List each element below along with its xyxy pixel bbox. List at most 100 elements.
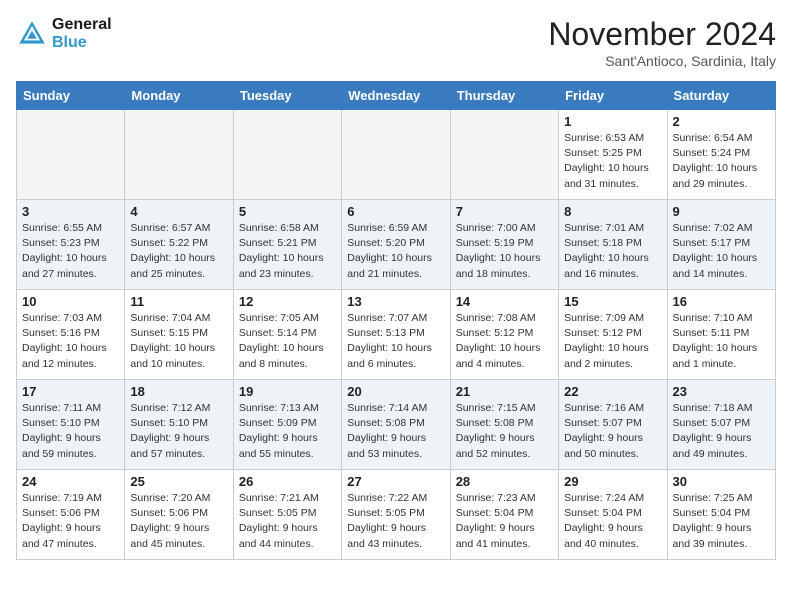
day-number: 2: [673, 114, 770, 129]
calendar-cell: 9 Sunrise: 7:02 AM Sunset: 5:17 PM Daylig…: [667, 200, 775, 290]
day-number: 11: [130, 294, 227, 309]
day-info: Sunrise: 7:14 AM Sunset: 5:08 PM Dayligh…: [347, 401, 444, 462]
weekday-header-friday: Friday: [559, 82, 667, 110]
day-number: 10: [22, 294, 119, 309]
day-number: 16: [673, 294, 770, 309]
day-number: 9: [673, 204, 770, 219]
day-info: Sunrise: 7:16 AM Sunset: 5:07 PM Dayligh…: [564, 401, 661, 462]
day-info: Sunrise: 7:03 AM Sunset: 5:16 PM Dayligh…: [22, 311, 119, 372]
day-number: 26: [239, 474, 336, 489]
day-number: 21: [456, 384, 553, 399]
day-info: Sunrise: 7:09 AM Sunset: 5:12 PM Dayligh…: [564, 311, 661, 372]
day-info: Sunrise: 7:07 AM Sunset: 5:13 PM Dayligh…: [347, 311, 444, 372]
calendar-cell: 10 Sunrise: 7:03 AM Sunset: 5:16 PM Dayli…: [17, 290, 125, 380]
calendar-cell: 26 Sunrise: 7:21 AM Sunset: 5:05 PM Dayli…: [233, 470, 341, 560]
day-info: Sunrise: 6:55 AM Sunset: 5:23 PM Dayligh…: [22, 221, 119, 282]
calendar-week-4: 17 Sunrise: 7:11 AM Sunset: 5:10 PM Dayli…: [17, 380, 776, 470]
day-info: Sunrise: 7:20 AM Sunset: 5:06 PM Dayligh…: [130, 491, 227, 552]
day-number: 12: [239, 294, 336, 309]
calendar-cell: 29Sunrise: 7:24 AM Sunset: 5:04 PM Dayli…: [559, 470, 667, 560]
calendar-cell: 18Sunrise: 7:12 AM Sunset: 5:10 PM Dayli…: [125, 380, 233, 470]
weekday-header-sunday: Sunday: [17, 82, 125, 110]
day-number: 22: [564, 384, 661, 399]
day-number: 25: [130, 474, 227, 489]
weekday-header-thursday: Thursday: [450, 82, 558, 110]
day-number: 27: [347, 474, 444, 489]
day-info: Sunrise: 7:10 AM Sunset: 5:11 PM Dayligh…: [673, 311, 770, 372]
calendar-cell: 5 Sunrise: 6:58 AM Sunset: 5:21 PM Daylig…: [233, 200, 341, 290]
day-info: Sunrise: 6:53 AM Sunset: 5:25 PM Dayligh…: [564, 131, 661, 192]
day-number: 15: [564, 294, 661, 309]
day-info: Sunrise: 7:22 AM Sunset: 5:05 PM Dayligh…: [347, 491, 444, 552]
day-info: Sunrise: 7:21 AM Sunset: 5:05 PM Dayligh…: [239, 491, 336, 552]
day-info: Sunrise: 7:00 AM Sunset: 5:19 PM Dayligh…: [456, 221, 553, 282]
calendar-cell: 4 Sunrise: 6:57 AM Sunset: 5:22 PM Daylig…: [125, 200, 233, 290]
day-info: Sunrise: 7:08 AM Sunset: 5:12 PM Dayligh…: [456, 311, 553, 372]
calendar-cell: 27 Sunrise: 7:22 AM Sunset: 5:05 PM Dayli…: [342, 470, 450, 560]
day-number: 13: [347, 294, 444, 309]
calendar-cell: 3Sunrise: 6:55 AM Sunset: 5:23 PM Daylig…: [17, 200, 125, 290]
day-number: 4: [130, 204, 227, 219]
day-number: 5: [239, 204, 336, 219]
day-info: Sunrise: 7:01 AM Sunset: 5:18 PM Dayligh…: [564, 221, 661, 282]
logo-icon: [16, 18, 48, 50]
calendar-cell: 11 Sunrise: 7:04 AM Sunset: 5:15 PM Dayli…: [125, 290, 233, 380]
day-number: 28: [456, 474, 553, 489]
calendar-cell: 20 Sunrise: 7:14 AM Sunset: 5:08 PM Dayli…: [342, 380, 450, 470]
day-number: 23: [673, 384, 770, 399]
calendar-week-1: 1 Sunrise: 6:53 AM Sunset: 5:25 PM Daylig…: [17, 110, 776, 200]
day-number: 14: [456, 294, 553, 309]
calendar-body: 1 Sunrise: 6:53 AM Sunset: 5:25 PM Daylig…: [17, 110, 776, 560]
calendar-cell: 22 Sunrise: 7:16 AM Sunset: 5:07 PM Dayli…: [559, 380, 667, 470]
weekday-header-tuesday: Tuesday: [233, 82, 341, 110]
day-info: Sunrise: 6:57 AM Sunset: 5:22 PM Dayligh…: [130, 221, 227, 282]
day-info: Sunrise: 7:19 AM Sunset: 5:06 PM Dayligh…: [22, 491, 119, 552]
calendar-cell: 15 Sunrise: 7:09 AM Sunset: 5:12 PM Dayli…: [559, 290, 667, 380]
day-info: Sunrise: 6:58 AM Sunset: 5:21 PM Dayligh…: [239, 221, 336, 282]
day-info: Sunrise: 7:18 AM Sunset: 5:07 PM Dayligh…: [673, 401, 770, 462]
day-info: Sunrise: 7:13 AM Sunset: 5:09 PM Dayligh…: [239, 401, 336, 462]
day-number: 7: [456, 204, 553, 219]
day-number: 1: [564, 114, 661, 129]
day-number: 17: [22, 384, 119, 399]
day-info: Sunrise: 7:02 AM Sunset: 5:17 PM Dayligh…: [673, 221, 770, 282]
title-block: November 2024 Sant'Antioco, Sardinia, It…: [548, 16, 776, 69]
day-number: 24: [22, 474, 119, 489]
calendar-cell: 25 Sunrise: 7:20 AM Sunset: 5:06 PM Dayli…: [125, 470, 233, 560]
calendar-cell: [125, 110, 233, 200]
day-info: Sunrise: 7:05 AM Sunset: 5:14 PM Dayligh…: [239, 311, 336, 372]
day-number: 30: [673, 474, 770, 489]
calendar-cell: 16 Sunrise: 7:10 AM Sunset: 5:11 PM Dayli…: [667, 290, 775, 380]
day-info: Sunrise: 7:15 AM Sunset: 5:08 PM Dayligh…: [456, 401, 553, 462]
day-number: 20: [347, 384, 444, 399]
calendar-cell: 8Sunrise: 7:01 AM Sunset: 5:18 PM Daylig…: [559, 200, 667, 290]
day-info: Sunrise: 6:54 AM Sunset: 5:24 PM Dayligh…: [673, 131, 770, 192]
calendar-cell: 12 Sunrise: 7:05 AM Sunset: 5:14 PM Dayli…: [233, 290, 341, 380]
location-text: Sant'Antioco, Sardinia, Italy: [548, 53, 776, 69]
weekday-header-monday: Monday: [125, 82, 233, 110]
calendar-cell: 14 Sunrise: 7:08 AM Sunset: 5:12 PM Dayli…: [450, 290, 558, 380]
calendar-cell: [17, 110, 125, 200]
calendar-cell: 2 Sunrise: 6:54 AM Sunset: 5:24 PM Daylig…: [667, 110, 775, 200]
month-title: November 2024: [548, 16, 776, 53]
calendar-week-3: 10 Sunrise: 7:03 AM Sunset: 5:16 PM Dayli…: [17, 290, 776, 380]
logo: General Blue: [16, 16, 112, 52]
weekday-header-row: SundayMondayTuesdayWednesdayThursdayFrid…: [17, 82, 776, 110]
calendar-cell: 17 Sunrise: 7:11 AM Sunset: 5:10 PM Dayli…: [17, 380, 125, 470]
day-info: Sunrise: 7:12 AM Sunset: 5:10 PM Dayligh…: [130, 401, 227, 462]
day-info: Sunrise: 6:59 AM Sunset: 5:20 PM Dayligh…: [347, 221, 444, 282]
calendar-cell: [450, 110, 558, 200]
logo-text: General Blue: [52, 16, 112, 52]
day-info: Sunrise: 7:25 AM Sunset: 5:04 PM Dayligh…: [673, 491, 770, 552]
calendar-cell: [233, 110, 341, 200]
calendar-cell: 24 Sunrise: 7:19 AM Sunset: 5:06 PM Dayli…: [17, 470, 125, 560]
weekday-header-saturday: Saturday: [667, 82, 775, 110]
calendar-header: SundayMondayTuesdayWednesdayThursdayFrid…: [17, 82, 776, 110]
day-number: 19: [239, 384, 336, 399]
day-number: 29: [564, 474, 661, 489]
calendar-week-2: 3Sunrise: 6:55 AM Sunset: 5:23 PM Daylig…: [17, 200, 776, 290]
day-info: Sunrise: 7:04 AM Sunset: 5:15 PM Dayligh…: [130, 311, 227, 372]
day-info: Sunrise: 7:11 AM Sunset: 5:10 PM Dayligh…: [22, 401, 119, 462]
day-number: 6: [347, 204, 444, 219]
weekday-header-wednesday: Wednesday: [342, 82, 450, 110]
